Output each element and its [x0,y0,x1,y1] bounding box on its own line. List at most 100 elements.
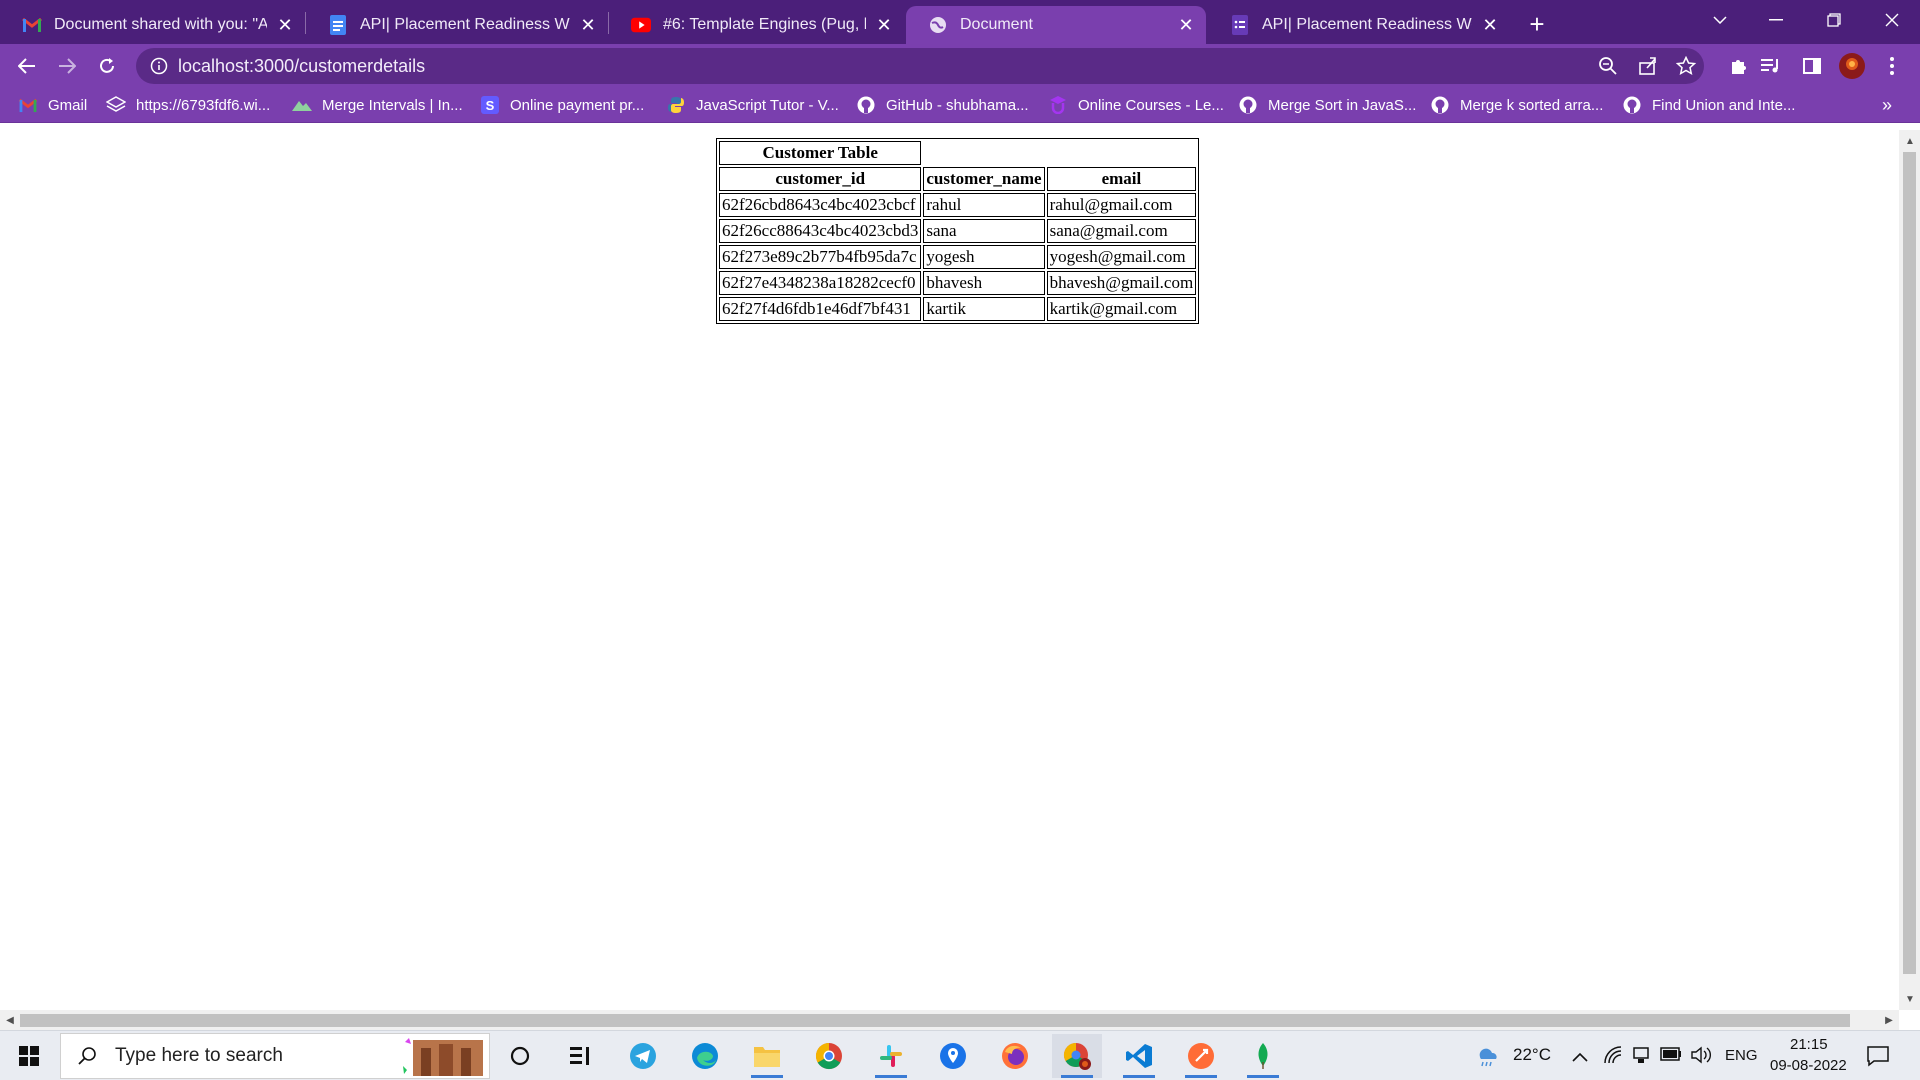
bookmark-item[interactable]: Merge Intervals | In... [292,93,463,117]
layers-icon [106,95,126,115]
scroll-up-icon[interactable]: ▲ [1903,134,1917,148]
share-icon[interactable] [1638,56,1658,81]
taskbar-edge[interactable] [680,1034,730,1078]
globe-icon [928,15,948,35]
bookmark-label: Merge Intervals | In... [322,96,463,114]
cell-customer-id: 62f27e4348238a18282cecf0 [719,271,922,295]
scrollbar-thumb[interactable] [20,1014,1850,1027]
bookmark-star-icon[interactable] [1675,55,1697,81]
bookmark-item[interactable]: GitHub - shubhama... [856,93,1029,117]
back-button[interactable] [11,50,43,82]
address-bar[interactable]: localhost:3000/customerdetails [136,48,1704,84]
notification-center-icon[interactable] [1866,1044,1890,1073]
scroll-left-icon[interactable]: ◀ [3,1013,17,1027]
scroll-down-icon[interactable]: ▼ [1903,992,1917,1006]
cortana-icon [510,1046,530,1066]
tab-search-button[interactable] [1692,0,1748,40]
weather-icon[interactable] [1474,1043,1500,1072]
taskbar-chrome[interactable] [804,1034,854,1078]
search-highlight-image[interactable] [401,1036,489,1076]
side-panel-button[interactable] [1796,50,1828,82]
cell-email: sana@gmail.com [1046,219,1197,243]
extensions-button[interactable] [1723,50,1755,82]
forward-button[interactable] [51,50,83,82]
tab-gmail-document-shared[interactable]: Document shared with you: "API| Placemen… [0,6,305,44]
scrollbar-thumb[interactable] [1903,152,1916,974]
vertical-scrollbar[interactable]: ▲ ▼ [1899,130,1920,1010]
search-placeholder: Type here to search [115,1045,283,1066]
bookmark-item[interactable]: Gmail [18,93,87,117]
minimize-icon [1769,19,1783,21]
close-icon[interactable]: ✕ [874,15,894,35]
edge-icon [692,1043,718,1069]
profile-avatar[interactable] [1836,50,1868,82]
horizontal-scrollbar[interactable]: ◀ ▶ [0,1010,1899,1030]
bookmark-item[interactable]: Online Courses - Le... [1048,93,1224,117]
browser-menu-button[interactable] [1876,50,1908,82]
tab-document-active[interactable]: Document ✕ [906,6,1206,44]
side-panel-icon [1803,58,1821,74]
tab-youtube-template-engines[interactable]: #6: Template Engines (Pug, hbs, EJS) ✕ [609,6,904,44]
zoom-icon[interactable] [1598,56,1618,81]
bookmark-item[interactable]: S Online payment pr... [480,93,644,117]
close-icon[interactable]: ✕ [275,15,295,35]
tab-api-placement-forms[interactable]: API| Placement Readiness Web Test ✕ [1208,6,1510,44]
chevron-up-icon[interactable] [1572,1049,1588,1067]
device-icon[interactable] [1632,1045,1650,1070]
bookmark-label: Gmail [48,96,88,114]
battery-icon[interactable] [1660,1047,1682,1066]
taskbar-mongodb-compass[interactable] [1238,1034,1288,1078]
bookmark-item[interactable]: https://6793fdf6.wi... [106,93,270,117]
taskbar-slack[interactable] [866,1034,916,1078]
taskbar-search-box[interactable]: Type here to search [60,1033,490,1079]
close-icon[interactable]: ✕ [1480,15,1500,35]
close-window-button[interactable] [1864,0,1920,40]
site-info-icon[interactable] [150,57,168,75]
cell-customer-name: bhavesh [923,271,1045,295]
location-pin-icon [940,1043,966,1069]
reload-button[interactable] [91,50,123,82]
bookmark-item[interactable]: JavaScript Tutor - V... [666,93,839,117]
google-docs-icon [328,15,348,35]
cell-email: yogesh@gmail.com [1046,245,1197,269]
network-icon[interactable] [1603,1045,1623,1070]
new-tab-button[interactable]: + [1521,8,1553,40]
taskbar-postman[interactable] [1176,1034,1226,1078]
clock-date[interactable]: 09-08-2022 [1770,1057,1847,1074]
table-caption: Customer Table [719,141,922,165]
weather-temperature[interactable]: 22°C [1513,1045,1551,1065]
media-control-button[interactable] [1755,50,1787,82]
bookmark-item[interactable]: Merge Sort in JavaS... [1238,93,1416,117]
address-text[interactable]: localhost:3000/customerdetails [178,56,425,77]
cortana-button[interactable] [495,1034,545,1078]
bookmark-label: Merge k sorted arra... [1460,96,1604,114]
taskbar-vscode[interactable] [1114,1034,1164,1078]
active-indicator [1123,1075,1155,1078]
taskbar-telegram[interactable] [618,1034,668,1078]
tab-api-placement-docs[interactable]: API| Placement Readiness Web Test ✕ [306,6,608,44]
google-forms-icon [1230,15,1250,35]
restore-button[interactable] [1806,0,1862,40]
close-icon [1885,13,1899,27]
table-row: 62f27f4d6fdb1e46df7bf431 kartik kartik@g… [719,297,1197,321]
clock-time[interactable]: 21:15 [1790,1036,1828,1053]
minimize-button[interactable] [1748,0,1804,40]
scroll-right-icon[interactable]: ▶ [1882,1013,1896,1027]
telegram-icon [630,1043,656,1069]
taskbar-file-explorer[interactable] [742,1034,792,1078]
start-button[interactable] [0,1031,58,1080]
taskbar-chrome-active[interactable] [1052,1034,1102,1078]
bookmark-label: Find Union and Inte... [1652,96,1796,114]
bookmarks-overflow-button[interactable]: » [1882,93,1892,117]
taskbar-firefox[interactable] [990,1034,1040,1078]
close-icon[interactable]: ✕ [578,15,598,35]
volume-icon[interactable] [1690,1045,1712,1070]
taskbar-maps[interactable] [928,1034,978,1078]
bookmark-label: JavaScript Tutor - V... [696,96,839,114]
windows-taskbar: Type here to search 22°C ENG 21:15 09-08… [0,1030,1920,1080]
bookmark-item[interactable]: Merge k sorted arra... [1430,93,1603,117]
bookmark-item[interactable]: Find Union and Inte... [1622,93,1795,117]
input-language[interactable]: ENG [1725,1047,1758,1064]
task-view-button[interactable] [555,1034,605,1078]
close-icon[interactable]: ✕ [1176,15,1196,35]
